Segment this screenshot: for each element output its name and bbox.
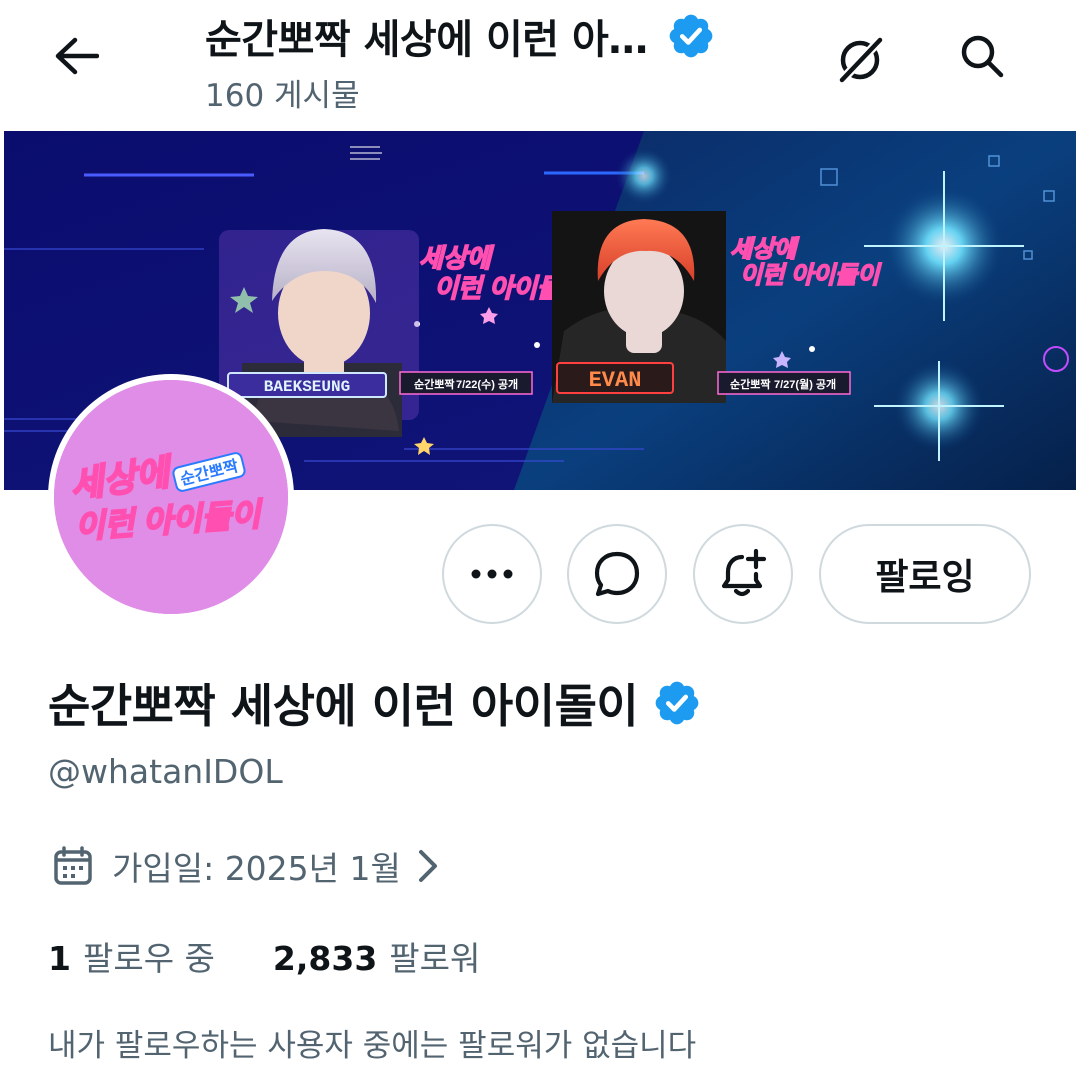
- more-dots-icon: [471, 569, 513, 579]
- svg-text:세상에: 세상에: [730, 236, 800, 263]
- svg-text:7/27(월) 공개: 7/27(월) 공개: [774, 377, 836, 391]
- profile-handle: @whatanIDOL: [48, 752, 283, 791]
- verified-badge-icon[interactable]: [652, 678, 702, 728]
- grok-button[interactable]: [828, 28, 892, 92]
- search-button[interactable]: [950, 24, 1014, 88]
- svg-text:EVAN: EVAN: [589, 368, 642, 393]
- followers-link[interactable]: 2,833 팔로워: [273, 932, 480, 980]
- avatar-image: 순간뽀짝 세상에 이런 아이돌이: [54, 380, 288, 614]
- grok-icon: [837, 35, 885, 85]
- header-title: 순간뽀짝 세상에 이런 아…: [205, 17, 648, 63]
- verified-badge-icon: [669, 14, 713, 58]
- banner-tag-left: BAEKSEUNG 순간뽀짝 7/22(수) 공개: [227, 371, 533, 398]
- joined-date: 가입일: 2025년 1월: [112, 849, 401, 888]
- profile-name-row: 순간뽀짝 세상에 이런 아이돌이: [48, 670, 702, 736]
- bell-plus-icon: [721, 548, 767, 597]
- svg-text:BAEKSEUNG: BAEKSEUNG: [264, 378, 350, 396]
- joined-date-row[interactable]: 가입일: 2025년 1월: [52, 842, 441, 890]
- followers-you-know-note: 내가 팔로우하는 사용자 중에는 팔로워가 없습니다: [48, 1028, 697, 1064]
- message-button[interactable]: [567, 524, 667, 624]
- followers-count: 2,833: [272, 939, 378, 978]
- back-button[interactable]: [44, 24, 108, 88]
- arrow-left-icon: [55, 37, 99, 75]
- profile-avatar[interactable]: 순간뽀짝 세상에 이런 아이돌이: [48, 374, 294, 620]
- svg-text:순간뽀짝: 순간뽀짝: [414, 377, 454, 391]
- search-icon: [961, 35, 1004, 78]
- following-count: 1: [48, 939, 71, 978]
- follow-stats: 1 팔로우 중 2,833 팔로워: [48, 932, 480, 980]
- following-link[interactable]: 1 팔로우 중: [48, 932, 215, 980]
- more-button[interactable]: [442, 524, 542, 624]
- svg-text:순간뽀짝: 순간뽀짝: [730, 377, 770, 391]
- calendar-icon: [54, 846, 92, 885]
- svg-text:7/22(수) 공개: 7/22(수) 공개: [456, 377, 518, 391]
- svg-text:세상에: 세상에: [419, 243, 495, 273]
- header-title-row: 순간뽀짝 세상에 이런 아…: [205, 6, 825, 66]
- chevron-right-icon: [418, 850, 437, 882]
- following-label: 팔로우 중: [82, 939, 215, 978]
- profile-name: 순간뽀짝 세상에 이런 아이돌이: [48, 679, 639, 733]
- svg-text:이런 아이돌이: 이런 아이돌이: [740, 262, 882, 289]
- avatar-logo: 순간뽀짝 세상에 이런 아이돌이: [54, 380, 288, 614]
- followers-label: 팔로워: [389, 939, 481, 978]
- message-icon: [594, 551, 640, 597]
- following-button[interactable]: 팔로잉: [819, 524, 1031, 624]
- top-bar: 순간뽀짝 세상에 이런 아… 160 게시물: [0, 0, 1080, 130]
- notify-button[interactable]: [693, 524, 793, 624]
- post-count: 160 게시물: [205, 78, 360, 114]
